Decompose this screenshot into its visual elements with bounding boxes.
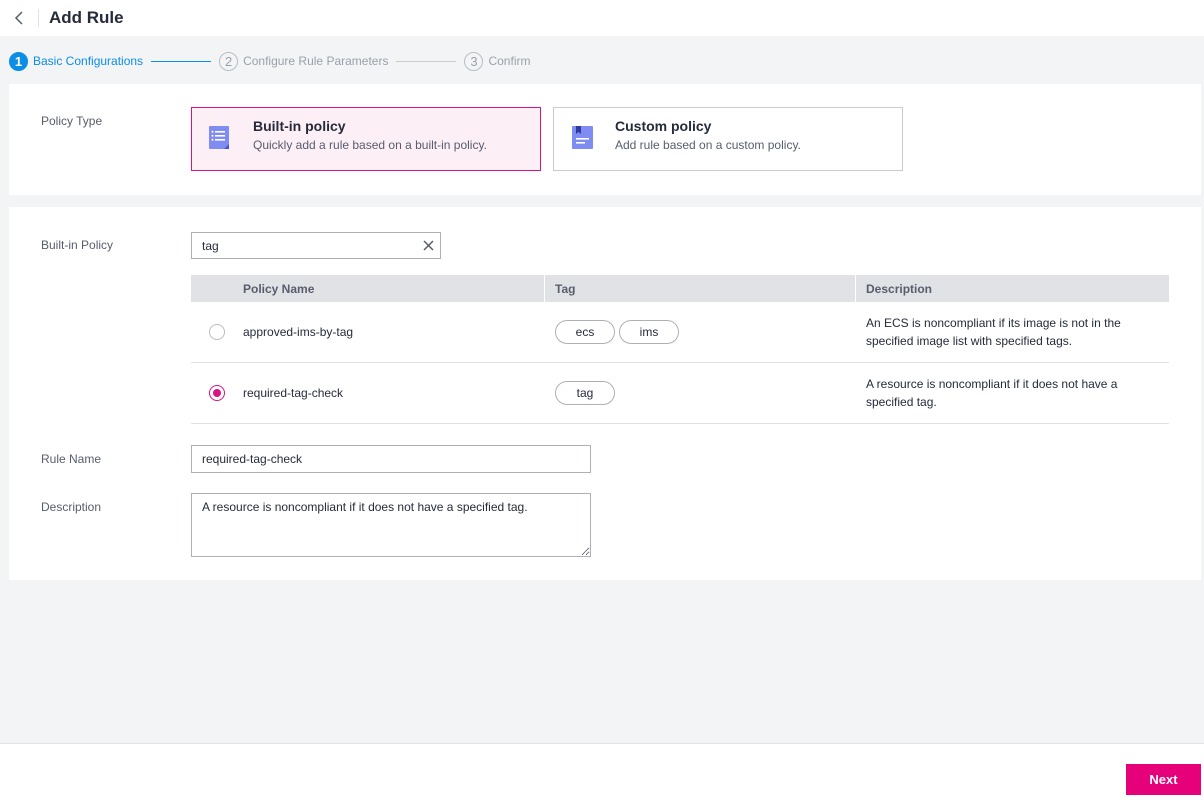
table-row[interactable]: required-tag-check tag A resource is non… bbox=[191, 363, 1169, 424]
tag-pill: tag bbox=[555, 381, 615, 405]
row-radio[interactable] bbox=[209, 324, 225, 340]
tag-pill: ecs bbox=[555, 320, 615, 344]
option-description: Add rule based on a custom policy. bbox=[615, 138, 801, 152]
policy-type-label: Policy Type bbox=[41, 114, 103, 128]
policy-table: Policy Name Tag Description approved-ims… bbox=[191, 275, 1169, 424]
back-button[interactable] bbox=[0, 0, 38, 36]
step-connector bbox=[151, 60, 212, 62]
policy-search-input[interactable] bbox=[202, 233, 417, 258]
tag-cell: ecs ims bbox=[544, 320, 855, 344]
header-policy-name: Policy Name bbox=[243, 281, 315, 296]
policy-type-card: Policy Type Built-in policy Quickly add … bbox=[9, 84, 1201, 195]
description-cell: An ECS is noncompliant if its image is n… bbox=[866, 316, 1121, 348]
step-number: 3 bbox=[464, 51, 484, 71]
close-icon[interactable] bbox=[423, 240, 434, 251]
policy-name-cell: required-tag-check bbox=[243, 386, 344, 400]
description-textarea[interactable]: A resource is noncompliant if it does no… bbox=[191, 493, 591, 557]
step-label: Configure Rule Parameters bbox=[243, 54, 389, 68]
custom-policy-option[interactable]: Custom policy Add rule based on a custom… bbox=[553, 107, 903, 171]
option-title: Custom policy bbox=[615, 118, 712, 134]
builtin-policy-label: Built-in Policy bbox=[41, 238, 114, 252]
description-cell: A resource is noncompliant if it does no… bbox=[866, 377, 1118, 409]
bookmark-document-icon bbox=[572, 126, 593, 149]
rule-name-label: Rule Name bbox=[41, 452, 102, 466]
header-select-column bbox=[191, 275, 243, 302]
option-description: Quickly add a rule based on a built-in p… bbox=[253, 138, 487, 152]
option-title: Built-in policy bbox=[253, 118, 346, 134]
step-label: Basic Configurations bbox=[33, 54, 144, 68]
tag-pill: ims bbox=[619, 320, 679, 344]
page-title: Add Rule bbox=[49, 8, 124, 27]
list-document-icon bbox=[209, 126, 229, 149]
footer-bar: Next bbox=[0, 743, 1204, 804]
step-label: Confirm bbox=[488, 54, 531, 68]
top-bar: Add Rule bbox=[0, 0, 1204, 36]
next-button[interactable]: Next bbox=[1126, 764, 1201, 795]
clear-search-button[interactable] bbox=[417, 234, 440, 258]
policy-name-cell: approved-ims-by-tag bbox=[243, 325, 354, 339]
builtin-policy-option[interactable]: Built-in policy Quickly add a rule based… bbox=[191, 107, 541, 171]
rule-name-input[interactable] bbox=[191, 445, 591, 473]
tag-cell: tag bbox=[544, 381, 855, 405]
description-label: Description bbox=[41, 500, 102, 514]
policy-search-box bbox=[191, 232, 441, 259]
step-connector bbox=[396, 60, 457, 62]
step-number: 2 bbox=[219, 51, 239, 71]
table-row[interactable]: approved-ims-by-tag ecs ims An ECS is no… bbox=[191, 302, 1169, 363]
row-radio-selected[interactable] bbox=[209, 385, 225, 401]
header-divider bbox=[38, 9, 39, 27]
header-tag: Tag bbox=[544, 275, 855, 302]
chevron-left-icon[interactable] bbox=[14, 11, 24, 25]
step-indicator: 1 Basic Configurations 2 Configure Rule … bbox=[9, 50, 530, 72]
step-configure-rule-parameters: 2 Configure Rule Parameters bbox=[219, 51, 389, 71]
step-basic-configurations: 1 Basic Configurations bbox=[9, 51, 144, 71]
step-confirm: 3 Confirm bbox=[464, 51, 531, 71]
header-description: Description bbox=[855, 275, 1169, 302]
step-number: 1 bbox=[9, 51, 28, 71]
rule-details-card: Built-in Policy Policy Name Tag Descript… bbox=[9, 207, 1201, 580]
table-header: Policy Name Tag Description bbox=[191, 275, 1169, 302]
